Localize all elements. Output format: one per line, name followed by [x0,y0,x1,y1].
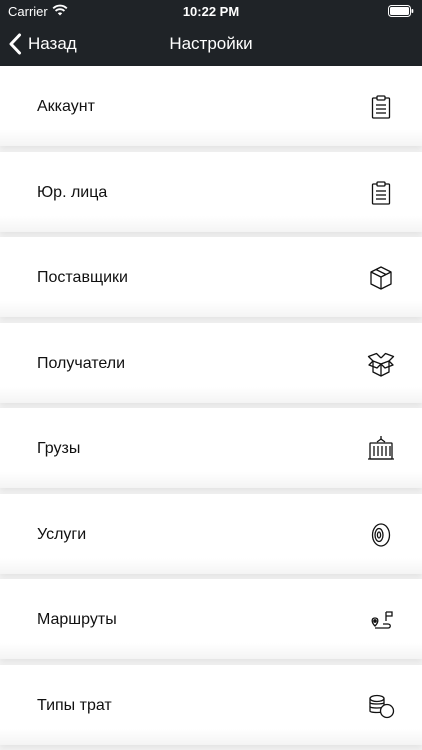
settings-item-label: Получатели [37,354,126,372]
settings-item-label: Услуги [37,525,87,543]
page-title: Настройки [169,34,253,53]
settings-item-label: Типы трат [37,696,112,714]
container-icon [367,435,395,463]
settings-item-cargo[interactable]: Грузы [0,408,422,488]
status-bar: Carrier 10:22 PM [0,0,422,22]
clipboard-icon [367,93,395,121]
settings-item-label: Поставщики [37,269,128,286]
coins-icon [367,692,395,720]
route-icon [367,606,395,634]
status-time: 10:22 PM [182,4,240,19]
settings-item-label: Аккаунт [37,98,95,115]
clipboard-icon [367,179,395,207]
settings-item-legal-entities[interactable]: Юр. лица [0,151,422,232]
tire-icon [367,521,395,549]
settings-item-suppliers[interactable]: Поставщики [0,237,422,317]
header: Carrier 10:22 PM Назад Настройки [0,0,422,66]
settings-item-recipients[interactable]: Получатели [0,322,422,403]
settings-list: Аккаунт Юр. лица Поставщики Получатели Г… [0,66,422,750]
navigation-bar: Назад Настройки [0,22,422,66]
battery-icon [388,5,414,17]
box-icon [367,264,395,292]
settings-item-account[interactable]: Аккаунт [0,66,422,146]
settings-item-services[interactable]: Услуги [0,493,422,574]
settings-item-label: Грузы [37,440,81,457]
open-box-icon [367,350,395,378]
settings-item-expense-types[interactable]: Типы трат [0,664,422,745]
settings-item-label: Юр. лица [37,183,108,201]
settings-item-label: Маршруты [37,611,117,628]
settings-item-routes[interactable]: Маршруты [0,579,422,659]
